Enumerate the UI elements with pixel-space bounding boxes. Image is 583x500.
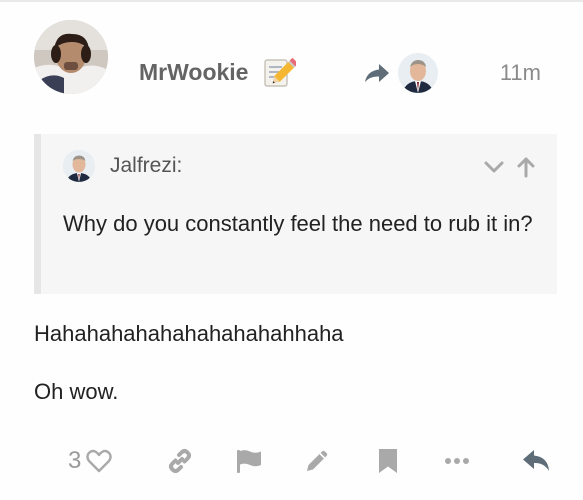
flag-icon [237, 450, 261, 473]
like-count: 3 [68, 447, 82, 474]
post-body-line: Oh wow. [34, 379, 119, 404]
copy-link-button[interactable] [166, 444, 194, 478]
ellipsis-icon [445, 458, 469, 464]
reply-icon [523, 450, 549, 471]
post-card: MrWookie 11m Jalfrezi: Why do you consta… [0, 0, 583, 500]
edit-button[interactable] [303, 444, 331, 478]
bookmark-icon [379, 449, 397, 473]
flag-button[interactable] [235, 444, 263, 478]
author-avatar-image [34, 20, 108, 94]
author-username[interactable]: MrWookie [139, 58, 248, 86]
arrow-up-icon[interactable] [515, 156, 537, 178]
reply-to-avatar [398, 53, 438, 93]
quote-author-avatar [63, 150, 95, 182]
reply-button[interactable] [521, 444, 551, 478]
like-button[interactable]: 3 [68, 444, 113, 478]
top-divider [0, 0, 583, 2]
pencil-icon [307, 450, 328, 471]
quote-author-name[interactable]: Jalfrezi: [110, 153, 182, 179]
heart-icon [86, 449, 113, 473]
quote-text: Why do you constantly feel the need to r… [63, 211, 533, 236]
chevron-down-icon[interactable] [483, 156, 505, 178]
post-time[interactable]: 11m [500, 59, 541, 87]
author-avatar[interactable] [34, 20, 108, 94]
quote-header: Jalfrezi: [63, 150, 182, 182]
bookmark-button[interactable] [374, 444, 402, 478]
link-icon [169, 449, 191, 473]
quote-controls [483, 156, 537, 178]
post-body-line: Hahahahahahahahahahahhaha [34, 321, 344, 346]
memo-pencil-icon [262, 56, 299, 88]
reply-to-indicator[interactable] [364, 52, 438, 94]
quote-block: Jalfrezi: Why do you constantly feel the… [34, 134, 557, 294]
reply-arrow-icon [365, 64, 389, 82]
post-actions: 3 [0, 436, 583, 486]
more-actions-button[interactable] [443, 444, 471, 478]
